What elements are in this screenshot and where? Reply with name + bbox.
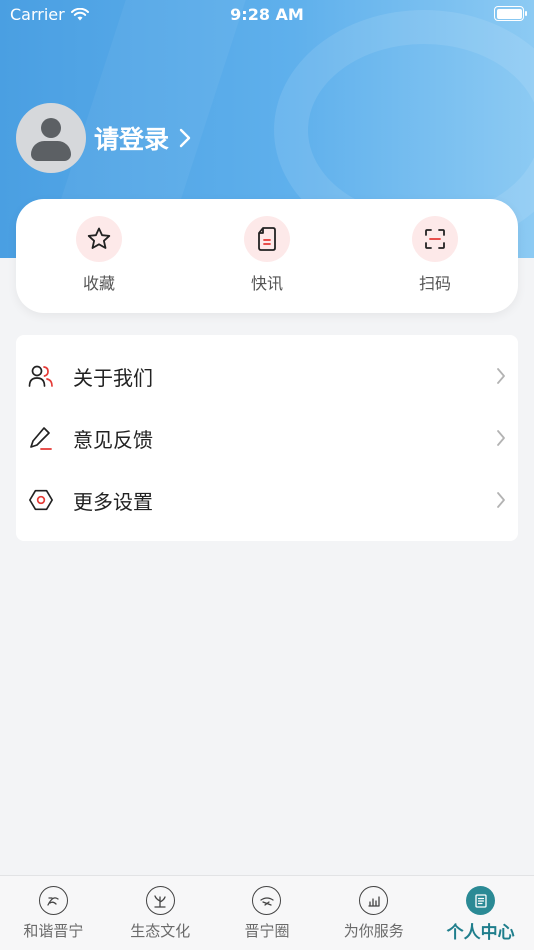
tab-harmony-jinning[interactable]: 和谐晋宁 — [0, 876, 107, 950]
profile-center-icon — [466, 886, 496, 915]
document-icon — [258, 227, 276, 251]
chevron-right-icon — [497, 430, 505, 446]
chevron-right-icon — [179, 128, 191, 148]
circle-community-icon — [252, 886, 282, 915]
status-bar: Carrier 9:28 AM — [0, 0, 534, 28]
bottom-tab-bar: 和谐晋宁 生态文化 晋宁圈 为你服务 个人中心 — [0, 875, 534, 950]
avatar — [16, 103, 86, 173]
service-icon — [359, 886, 389, 915]
menu-item-label: 更多设置 — [73, 489, 153, 514]
quick-actions-card: 收藏 快讯 扫码 — [16, 199, 518, 313]
quick-action-scan[interactable]: 扫码 — [391, 199, 479, 313]
quick-action-favorites[interactable]: 收藏 — [55, 199, 143, 313]
chevron-right-icon — [497, 368, 505, 384]
menu-item-label: 意见反馈 — [73, 427, 153, 452]
quick-action-label: 快讯 — [250, 274, 283, 293]
login-label: 请登录 — [94, 125, 170, 154]
tab-label: 和谐晋宁 — [23, 922, 84, 940]
ecology-icon — [145, 886, 175, 915]
menu-item-more-settings[interactable]: 更多设置 — [16, 469, 518, 531]
star-icon — [87, 227, 111, 249]
tab-label: 晋宁圈 — [244, 922, 290, 940]
status-time: 9:28 AM — [230, 5, 304, 24]
battery-icon — [494, 6, 527, 21]
tab-personal-center[interactable]: 个人中心 — [427, 876, 534, 950]
menu-item-feedback[interactable]: 意见反馈 — [16, 407, 518, 469]
tab-service-for-you[interactable]: 为你服务 — [320, 876, 427, 950]
quick-action-label: 收藏 — [82, 274, 115, 293]
quick-action-label: 扫码 — [418, 274, 451, 293]
scan-icon — [425, 229, 445, 249]
login-entry[interactable]: 请登录 — [16, 103, 191, 173]
tab-ecology-culture[interactable]: 生态文化 — [107, 876, 214, 950]
menu-card: 关于我们 意见反馈 更多设置 — [16, 335, 518, 541]
pen-icon — [30, 427, 52, 450]
harmony-icon — [38, 886, 68, 915]
chevron-right-icon — [497, 492, 505, 508]
tab-label: 为你服务 — [343, 922, 404, 940]
tab-jinning-circle[interactable]: 晋宁圈 — [214, 876, 321, 950]
users-icon — [28, 365, 53, 387]
quick-action-news[interactable]: 快讯 — [223, 199, 311, 313]
menu-item-about-us[interactable]: 关于我们 — [16, 345, 518, 407]
settings-hexagon-icon — [29, 489, 53, 511]
tab-label: 个人中心 — [446, 923, 515, 943]
tab-label: 生态文化 — [130, 922, 191, 940]
menu-item-label: 关于我们 — [73, 365, 153, 390]
